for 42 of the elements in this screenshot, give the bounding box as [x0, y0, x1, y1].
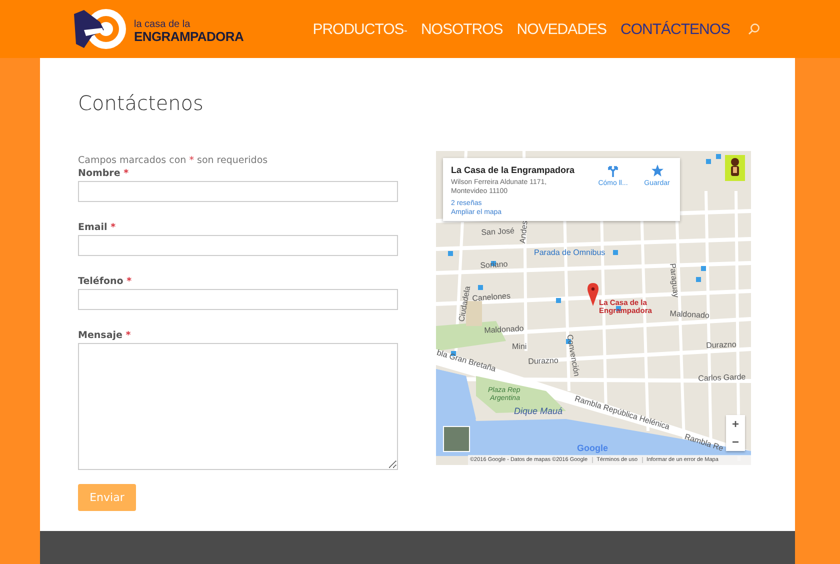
map-label: San José [481, 227, 515, 237]
nav-link[interactable]: NOSOTROS [420, 20, 503, 38]
input-field[interactable] [78, 181, 398, 202]
nav-link[interactable]: PRODUCTOS- [312, 20, 407, 38]
nav-link[interactable]: NOVEDADES [516, 20, 606, 38]
field-label: Mensaje * [78, 329, 131, 343]
page-title: Contáctenos [78, 91, 204, 115]
directions-arrow-icon [607, 164, 619, 177]
map-label: bla Gran Bretaña [436, 349, 497, 374]
satellite-thumbnail[interactable] [443, 426, 470, 452]
field-label: Teléfono * [78, 275, 132, 289]
zoom-button[interactable]: + [726, 415, 745, 433]
map-label: Maldonado [484, 324, 524, 335]
map-label: Canelones [472, 292, 511, 303]
field-label: Email * [78, 221, 116, 235]
map-logo: Google [577, 443, 608, 453]
required-note: Campos marcados con * son requeridos [78, 154, 268, 167]
map-label: Dique Mauá [514, 407, 563, 416]
map-label: Parada de Omnibus [534, 249, 606, 257]
logo-text: la casa de la [134, 20, 192, 30]
search-icon[interactable] [748, 23, 760, 35]
map-label: Soriano [480, 260, 508, 270]
message-field[interactable] [78, 343, 398, 470]
star-icon [650, 164, 664, 177]
place-name: La Casa de la Engrampadora [451, 164, 575, 177]
input-field[interactable] [78, 235, 398, 256]
map-label: Durazno [528, 356, 558, 366]
map-label: Convención [565, 334, 580, 377]
person-figure-icon[interactable] [725, 155, 745, 181]
logo-wordmark: ENGRAMPADORA [134, 30, 244, 42]
map-label: Carlos Garde [698, 373, 746, 383]
map-label: Maldonado [670, 310, 710, 320]
nav-link[interactable]: CONTÁCTENOS [620, 20, 730, 38]
zoom-button[interactable]: − [726, 433, 745, 451]
map-label: Paraguay [668, 263, 680, 298]
map-label: Ciudadela [458, 286, 472, 322]
map-label: Mini [512, 343, 527, 351]
map-pin-icon[interactable] [588, 283, 598, 306]
input-field[interactable] [78, 289, 398, 310]
map-label: Andes [519, 220, 530, 244]
map-label: Durazno [706, 340, 736, 350]
field-label: Nombre * [78, 167, 129, 181]
